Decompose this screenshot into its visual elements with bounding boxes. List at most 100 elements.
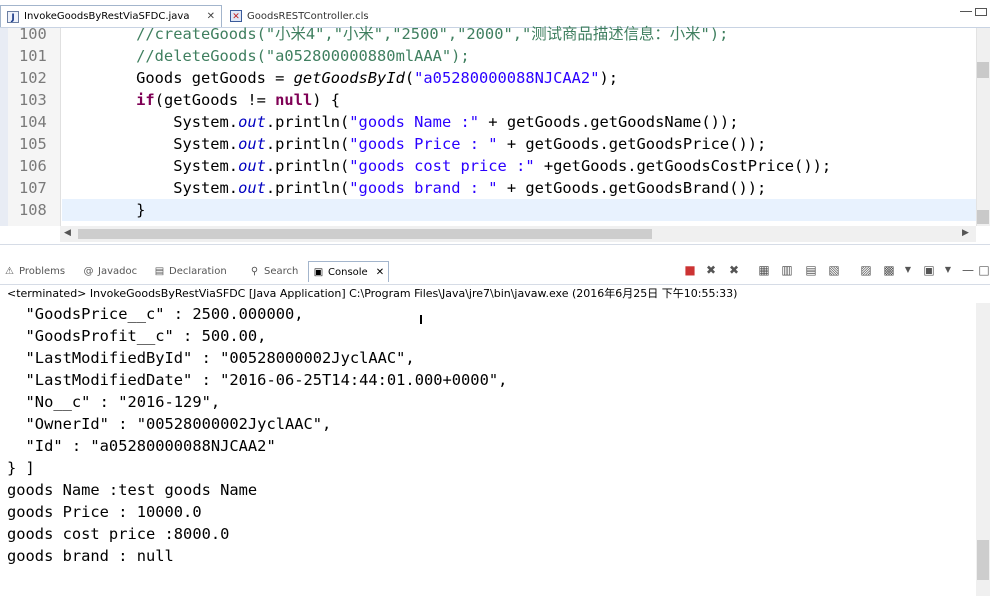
code-line-103: if(getGoods != null) { <box>62 89 976 111</box>
remove-launch-icon[interactable]: ✖ <box>703 262 719 278</box>
tab-console[interactable]: ▣ Console ✕ <box>308 261 390 282</box>
tab-declaration[interactable]: ▤ Declaration <box>154 261 227 281</box>
code-text: ( <box>404 69 415 87</box>
console-line: "GoodsPrice__c" : 2500.000000, <box>7 305 304 323</box>
comment: //deleteGoods("a052800000880mlAAA"); <box>62 47 470 65</box>
string-literal: "goods brand : " <box>349 179 498 197</box>
java-file-icon: J <box>7 10 19 23</box>
overview-ruler <box>0 28 8 226</box>
show-console-when-output-icon[interactable]: ▧ <box>826 262 842 278</box>
scroll-right-icon[interactable]: ▶ <box>962 228 969 238</box>
clear-console-icon[interactable]: ▦ <box>756 262 772 278</box>
display-selected-console-icon[interactable]: ▩ <box>881 262 897 278</box>
code-text: System. <box>62 113 239 131</box>
code-line-102: Goods getGoods = getGoodsById("a05280000… <box>62 67 976 89</box>
keyword: null <box>275 91 313 109</box>
tab-label: Declaration <box>169 265 227 277</box>
line-number: 100 <box>19 25 47 43</box>
static-field: out <box>238 179 266 197</box>
console-line: "No__c" : "2016-129", <box>7 393 221 411</box>
display-console-dropdown-icon[interactable]: ▼ <box>900 262 916 278</box>
terminate-icon[interactable]: ■ <box>682 262 698 278</box>
code-text: Goods getGoods = <box>62 69 294 87</box>
code-text: ); <box>599 69 619 87</box>
code-line-108: } <box>62 199 976 221</box>
tab-label: Javadoc <box>98 265 138 277</box>
code-text: + getGoods.getGoodsBrand()); <box>497 179 767 197</box>
text-cursor <box>420 315 422 324</box>
console-line: goods brand : null <box>7 547 174 565</box>
console-vertical-scroll-thumb[interactable] <box>977 540 989 580</box>
comment: //createGoods("小米4","小米","2500","2000","… <box>62 25 729 43</box>
word-wrap-icon[interactable]: ▤ <box>803 262 819 278</box>
apex-class-file-icon: ✕ <box>230 10 242 22</box>
code-text: ) { <box>312 91 341 109</box>
code-line-107: System.out.println("goods brand : " + ge… <box>62 177 976 199</box>
string-literal: "goods Price : " <box>349 135 498 153</box>
open-console-icon[interactable]: ▣ <box>921 262 937 278</box>
code-text: (getGoods != <box>154 91 276 109</box>
line-number: 106 <box>19 157 47 175</box>
console-line: "LastModifiedById" : "00528000002JyclAAC… <box>7 349 415 367</box>
console-output[interactable]: "GoodsPrice__c" : 2500.000000, "GoodsPro… <box>0 303 976 596</box>
static-field: out <box>238 113 266 131</box>
scroll-left-icon[interactable]: ◀ <box>64 228 71 238</box>
tab-problems[interactable]: ⚠ Problems <box>4 261 65 281</box>
pin-console-icon[interactable]: ▨ <box>858 262 874 278</box>
string-literal: "goods cost price :" <box>349 157 535 175</box>
console-line: "OwnerId" : "00528000002JyclAAC", <box>7 415 332 433</box>
view-separator <box>0 244 990 259</box>
editor-tab-label: InvokeGoodsByRestViaSFDC.java <box>24 11 190 22</box>
code-lines[interactable]: //createGoods("小米4","小米","2500","2000","… <box>62 23 976 221</box>
code-line-106: System.out.println("goods cost price :" … <box>62 155 976 177</box>
method-name: getGoodsById <box>293 69 405 87</box>
line-numbers: 100 101 102 103 104 105 106 107 108 <box>8 23 56 221</box>
tab-javadoc[interactable]: @ Javadoc <box>83 261 138 281</box>
maximize-view-icon[interactable]: □ <box>976 262 990 278</box>
close-tab-icon[interactable]: ✕ <box>376 267 384 278</box>
console-status-line: <terminated> InvokeGoodsByRestViaSFDC [J… <box>7 287 738 300</box>
code-text: } <box>62 201 146 219</box>
line-number: 103 <box>19 91 47 109</box>
open-console-dropdown-icon[interactable]: ▼ <box>940 262 956 278</box>
minimize-icon[interactable] <box>960 8 972 12</box>
console-line: goods Name :test goods Name <box>7 481 258 499</box>
line-number: 101 <box>19 47 47 65</box>
static-field: out <box>238 135 266 153</box>
code-text: System. <box>62 157 239 175</box>
console-line: "LastModifiedDate" : "2016-06-25T14:44:0… <box>7 371 508 389</box>
line-number: 105 <box>19 135 47 153</box>
code-text: System. <box>62 135 239 153</box>
editor-vertical-scroll-thumb[interactable] <box>977 62 989 78</box>
tab-label: Search <box>264 265 299 277</box>
console-line: } ] <box>7 459 35 477</box>
code-text: + getGoods.getGoodsName()); <box>479 113 739 131</box>
console-line: goods Price : 10000.0 <box>7 503 202 521</box>
tab-search[interactable]: ⚲ Search <box>249 261 299 281</box>
code-text: .println( <box>265 135 350 153</box>
close-tab-icon[interactable]: ✕ <box>207 11 215 22</box>
console-line: "GoodsProfit__c" : 500.00, <box>7 327 267 345</box>
string-literal: "goods Name :" <box>349 113 480 131</box>
editor-vertical-scrollbar[interactable] <box>976 28 990 226</box>
maximize-icon[interactable] <box>975 8 987 16</box>
code-text: + getGoods.getGoodsPrice()); <box>497 135 767 153</box>
scroll-lock-icon[interactable]: ▥ <box>779 262 795 278</box>
problems-icon: ⚠ <box>5 265 14 277</box>
console-line: "Id" : "a05280000088NJCAA2" <box>7 437 276 455</box>
line-number: 108 <box>19 201 47 219</box>
tab-label: Console <box>328 266 368 278</box>
static-field: out <box>238 157 266 175</box>
code-text: .println( <box>265 113 350 131</box>
remove-all-terminated-icon[interactable]: ✖ <box>726 262 742 278</box>
editor-horizontal-scroll-thumb[interactable] <box>78 229 652 239</box>
editor-vertical-scroll-thumb-lower[interactable] <box>977 210 989 224</box>
line-number: 107 <box>19 179 47 197</box>
console-icon: ▣ <box>313 266 324 278</box>
minimize-view-icon[interactable]: — <box>960 262 976 278</box>
code-line-104: System.out.println("goods Name :" + getG… <box>62 111 976 133</box>
line-number: 104 <box>19 113 47 131</box>
search-icon: ⚲ <box>250 265 259 277</box>
code-text: .println( <box>265 179 350 197</box>
line-number: 102 <box>19 69 47 87</box>
